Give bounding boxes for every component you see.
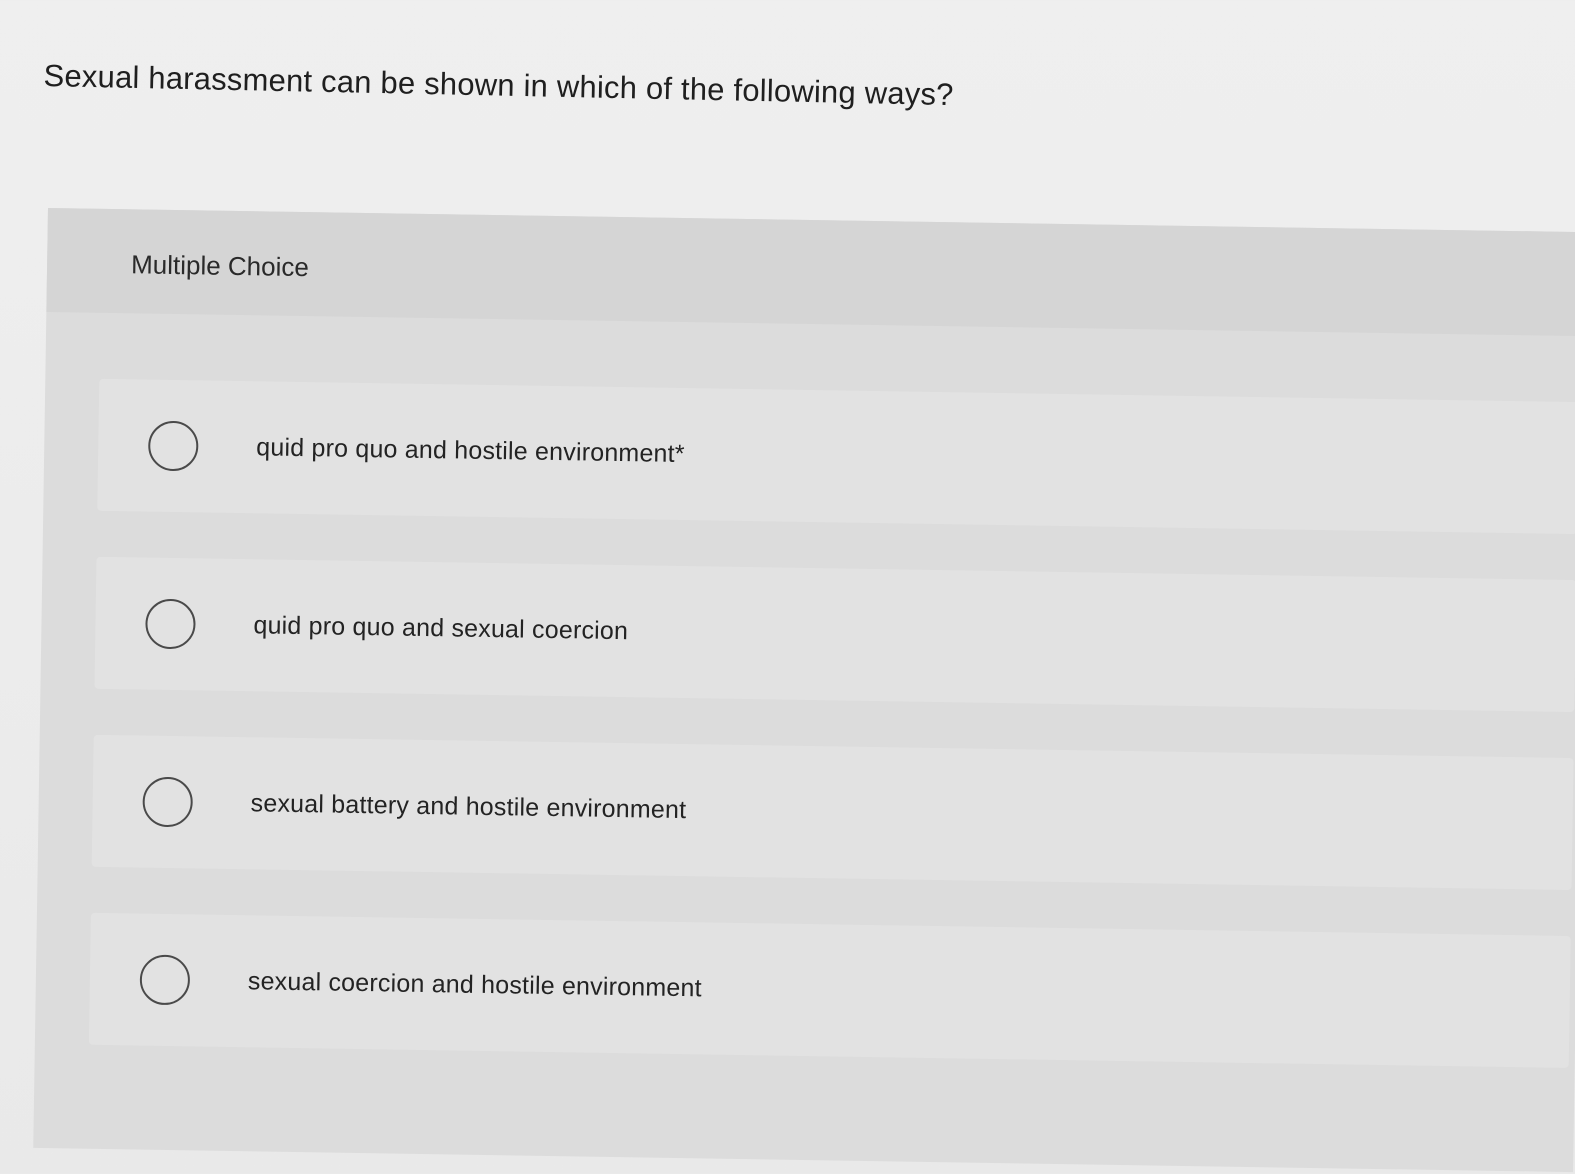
answer-option-2[interactable]: quid pro quo and sexual coercion [94, 556, 1575, 713]
answer-option-label: sexual battery and hostile environment [250, 788, 687, 824]
radio-button-icon[interactable] [142, 776, 194, 828]
answer-option-label: sexual coercion and hostile environment [247, 966, 702, 1002]
answer-option-4[interactable]: sexual coercion and hostile environment [88, 912, 1571, 1068]
radio-button-icon[interactable] [145, 598, 196, 650]
answer-options: quid pro quo and hostile environment* qu… [88, 378, 1575, 1114]
question-type-label: Multiple Choice [130, 249, 310, 283]
answer-option-label: quid pro quo and sexual coercion [253, 610, 629, 645]
question-text: Sexual harassment can be shown in which … [43, 57, 954, 113]
radio-button-icon[interactable] [147, 420, 199, 472]
radio-button-icon[interactable] [139, 954, 191, 1006]
panel-header: Multiple Choice [46, 208, 1575, 337]
answer-option-3[interactable]: sexual battery and hostile environment [91, 734, 1574, 891]
multiple-choice-panel: Multiple Choice quid pro quo and hostile… [33, 208, 1575, 1173]
answer-option-label: quid pro quo and hostile environment* [256, 432, 685, 468]
answer-option-1[interactable]: quid pro quo and hostile environment* [97, 378, 1575, 535]
